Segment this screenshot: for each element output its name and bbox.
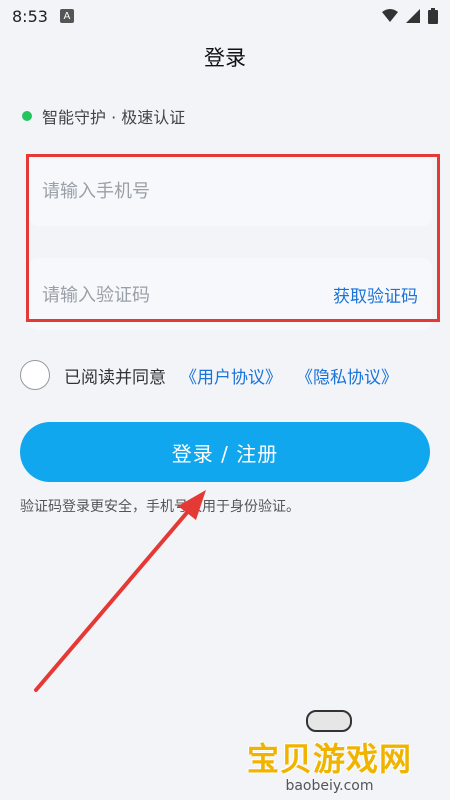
status-time: 8:53 xyxy=(12,6,48,26)
battery-icon xyxy=(428,8,438,24)
phone-input[interactable]: 请输入手机号 xyxy=(28,154,432,226)
notification-a-icon: A xyxy=(59,9,74,23)
security-text: 智能守护 · 极速认证 xyxy=(42,108,186,127)
privacy-agreement-link[interactable]: 《隐私协议》 xyxy=(296,363,398,388)
status-bar: 8:53 A xyxy=(0,0,450,32)
agree-checkbox[interactable] xyxy=(20,360,50,390)
security-hint: 验证码登录更安全，手机号仅用于身份验证。 xyxy=(20,499,300,515)
status-icons xyxy=(382,8,438,24)
watermark-logo: 宝贝游戏网 baobeiy.com xyxy=(247,710,412,794)
status-dot-icon xyxy=(22,111,32,121)
code-placeholder: 请输入验证码 xyxy=(42,285,150,306)
user-agreement-link[interactable]: 《用户协议》 xyxy=(180,363,282,388)
code-input[interactable]: 请输入验证码 获取验证码 xyxy=(28,258,432,330)
watermark-cn: 宝贝游戏网 xyxy=(246,740,412,778)
security-banner: 智能守护 · 极速认证 xyxy=(22,104,185,128)
phone-placeholder: 请输入手机号 xyxy=(42,181,150,202)
page-title: 登录 xyxy=(204,46,246,70)
login-register-button[interactable]: 登录 / 注册 xyxy=(20,422,430,482)
agreement-row: 已阅读并同意 《用户协议》 《隐私协议》 xyxy=(20,360,398,390)
agreement-text: 已阅读并同意 xyxy=(64,367,166,388)
signal-icon xyxy=(406,9,420,23)
get-code-button[interactable]: 获取验证码 xyxy=(333,282,418,307)
wifi-icon xyxy=(382,9,398,22)
gamepad-icon xyxy=(306,710,353,732)
watermark-en: baobeiy.com xyxy=(285,778,374,794)
